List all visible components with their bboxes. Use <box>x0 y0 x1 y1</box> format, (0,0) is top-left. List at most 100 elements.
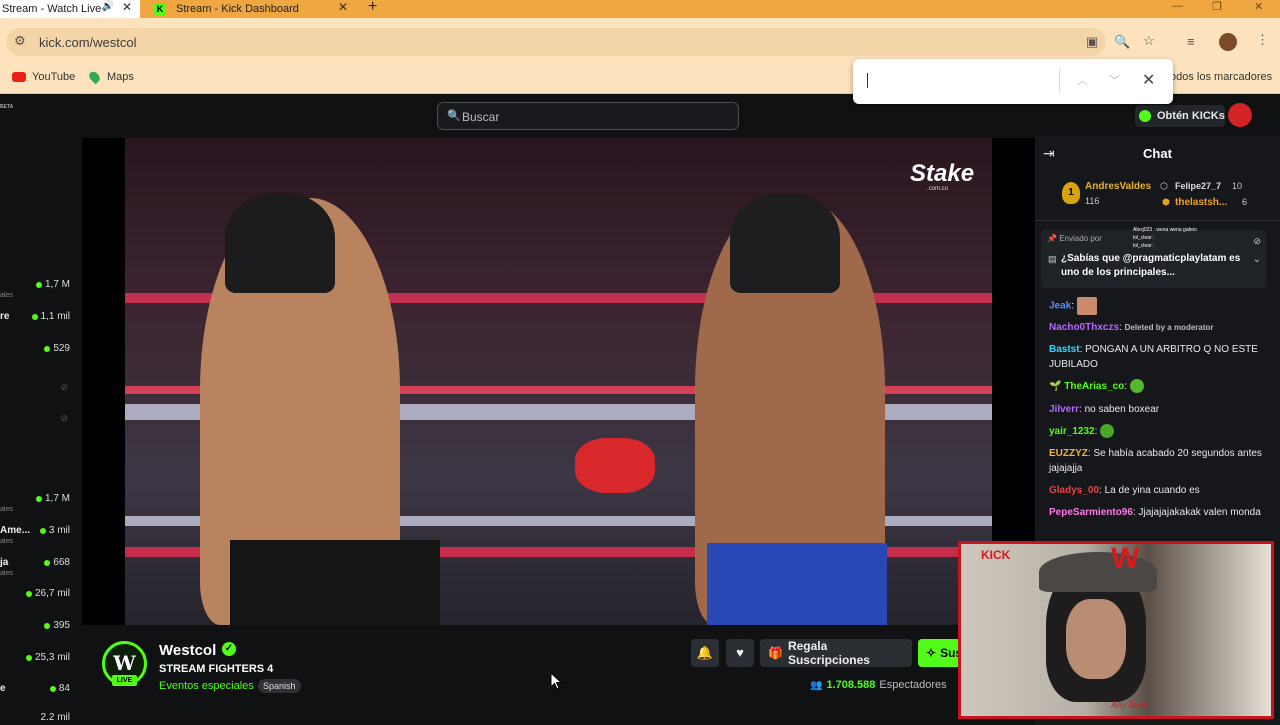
gift-leaderboard: 1 AndresValdes 116 ⬡ Felipe27_7 10 ⬢ the… <box>1035 175 1280 221</box>
viewer-count-value: 1,7 M <box>44 493 70 504</box>
sidebar-channel[interactable]: ales 1,7 M <box>0 279 78 301</box>
pin-icon: 📌 <box>1047 234 1057 243</box>
channel-logo: W <box>113 651 136 675</box>
zoom-icon[interactable]: 🔍 <box>1114 34 1130 50</box>
new-tab-icon[interactable]: + <box>368 0 377 16</box>
sidebar-channel[interactable]: ja ales 668 <box>0 557 78 579</box>
subscribe-button[interactable]: ✧ Suscribirse <box>918 639 960 667</box>
address-bar-row: ⚙ kick.com/westcol ▣ 🔍 ☆ ≡ ⋮ <box>0 18 1280 64</box>
close-tab-icon[interactable]: ✕ <box>338 0 348 14</box>
leaderboard-user[interactable]: Felipe27_7 <box>1175 181 1221 191</box>
fighter-left-shorts <box>230 540 440 625</box>
install-app-icon[interactable]: ▣ <box>1086 34 1098 50</box>
sidebar-channel[interactable]: ales 1,7 M <box>0 493 78 515</box>
find-next-icon[interactable]: ﹀ <box>1109 72 1120 88</box>
stream-category[interactable]: Eventos especiales <box>159 680 254 692</box>
video-player[interactable]: Stake .com.co <box>82 138 1035 625</box>
minimize-icon[interactable]: — <box>1172 0 1183 12</box>
tab-stream-watch-live[interactable]: Stream - Watch Live 🔊 ✕ <box>0 0 140 18</box>
stream-title: STREAM FIGHTERS 4 <box>159 663 274 675</box>
offline-icon: ⊘ <box>60 413 68 423</box>
chat-message[interactable]: Gladys_00: La de yina cuando es <box>1049 483 1274 498</box>
video-frame[interactable]: Stake .com.co <box>125 138 992 625</box>
language-tag[interactable]: Spanish <box>258 679 301 693</box>
user-avatar[interactable] <box>1228 103 1252 127</box>
omnibox[interactable]: ⚙ kick.com/westcol ▣ <box>6 28 1106 56</box>
chat-message[interactable]: EUZZYZ: Se había acabado 20 segundos ant… <box>1049 446 1274 476</box>
bookmark-maps[interactable]: Maps <box>87 69 134 85</box>
viewer-count: 1,7 M <box>35 493 70 504</box>
chat-username[interactable]: yair_1232 <box>1049 426 1095 437</box>
find-input[interactable] <box>867 73 868 88</box>
chat-message[interactable]: 🌱 TheArias_co: <box>1049 379 1274 394</box>
leaderboard-value: 116 <box>1085 196 1100 206</box>
emote-icon <box>1129 379 1144 394</box>
overlay-line: lol_clear : <box>1133 243 1155 249</box>
viewer-count: 1,1 mil <box>31 311 70 322</box>
chat-message[interactable]: Jeak: <box>1049 297 1274 315</box>
profile-avatar[interactable] <box>1219 33 1237 51</box>
sidebar-channel[interactable]: 529 <box>0 343 78 365</box>
stake-watermark: Stake <box>910 160 975 187</box>
get-kicks-label: Obtén KICKs <box>1157 110 1225 122</box>
chat-message[interactable]: Bastst: PONGAN A UN ARBITRO Q NO ESTE JU… <box>1049 342 1274 372</box>
chat-message[interactable]: PepeSarmiento96: Jjajajajakakak valen mo… <box>1049 505 1274 520</box>
chat-message[interactable]: yair_1232: <box>1049 424 1274 439</box>
bookmark-star-icon[interactable]: ☆ <box>1143 33 1155 49</box>
follow-heart-button[interactable]: ♥ <box>726 639 754 667</box>
close-tab-icon[interactable]: ✕ <box>122 0 132 14</box>
viewer-count-number: 1.708.588 <box>826 679 876 691</box>
fighter-right-shorts <box>707 543 887 625</box>
chat-message[interactable]: Nacho0Thxczs: Deleted by a moderator <box>1049 320 1274 335</box>
chat-text: no saben boxear <box>1084 404 1160 415</box>
site-settings-icon[interactable]: ⚙ <box>14 33 26 49</box>
sidebar-channel[interactable]: 26,7 mil <box>0 588 78 610</box>
unpin-icon[interactable]: ⊘ <box>1253 236 1261 247</box>
fighter-right-helmet <box>730 193 840 293</box>
sidebar-channel-sub: ales <box>0 292 13 299</box>
sidebar-channel-sub: ales <box>0 570 13 577</box>
chat-username[interactable]: Jeak <box>1049 301 1071 312</box>
all-bookmarks[interactable]: odos los marcadores <box>1170 71 1272 83</box>
kick-favicon-icon: K <box>154 3 166 15</box>
window-close-icon[interactable]: ✕ <box>1254 0 1263 13</box>
sidebar-channel-offline[interactable]: ⊘ <box>0 380 78 402</box>
leaderboard-user[interactable]: AndresValdes <box>1085 181 1151 192</box>
channel-name[interactable]: Westcol <box>159 642 216 659</box>
find-close-icon[interactable]: ✕ <box>1142 70 1155 90</box>
leaderboard-user[interactable]: thelastsh... <box>1175 197 1227 208</box>
webcam-tag: KICK <box>981 548 1011 562</box>
find-prev-icon[interactable]: ︿ <box>1077 72 1088 88</box>
media-controls-icon[interactable]: ≡ <box>1187 34 1195 49</box>
bookmark-label: Maps <box>107 71 134 83</box>
find-in-page-bar: ︿ ﹀ ✕ <box>853 59 1173 104</box>
chat-username[interactable]: PepeSarmiento96 <box>1049 507 1133 518</box>
bookmark-youtube[interactable]: YouTube <box>12 71 75 83</box>
sidebar-channel-sub: ales <box>0 506 13 513</box>
chat-username[interactable]: Bastst <box>1049 344 1080 355</box>
chat-username[interactable]: Gladys_00 <box>1049 485 1099 496</box>
red-glove <box>575 438 655 493</box>
sidebar-channel-offline[interactable]: ⊘ <box>0 411 78 433</box>
browser-menu-icon[interactable]: ⋮ <box>1256 32 1269 48</box>
sidebar-channel[interactable]: re 1,1 mil <box>0 311 78 333</box>
fighter-left-helmet <box>225 193 335 293</box>
tab-kick-dashboard[interactable]: K Stream - Kick Dashboard ✕ <box>146 0 356 18</box>
viewer-count-value: 3 mil <box>48 525 70 536</box>
sidebar-channel-name: re <box>0 311 10 322</box>
sidebar-channel[interactable]: Ame... ales 3 mil <box>0 525 78 547</box>
get-kicks-button[interactable]: Obtén KICKs <box>1135 105 1225 127</box>
chat-message[interactable]: Jilverr: no saben boxear <box>1049 402 1274 417</box>
webcam-overlay: W KICK Any Broli <box>958 541 1274 719</box>
webcam-face <box>1066 599 1126 679</box>
maximize-icon[interactable]: ❐ <box>1212 0 1222 13</box>
notification-bell-button[interactable]: 🔔 <box>691 639 719 667</box>
gift-subscriptions-button[interactable]: 🎁 Regala Suscripciones <box>760 639 912 667</box>
chat-username[interactable]: EUZZYZ <box>1049 448 1088 459</box>
chevron-down-icon[interactable]: ⌄ <box>1253 254 1261 265</box>
chat-username[interactable]: Nacho0Thxczs <box>1049 322 1119 333</box>
search-input[interactable]: 🔍 Buscar <box>437 102 739 130</box>
chat-username[interactable]: TheArias_co <box>1064 381 1124 392</box>
chat-username[interactable]: Jilverr <box>1049 404 1079 415</box>
url-text[interactable]: kick.com/westcol <box>39 35 137 50</box>
